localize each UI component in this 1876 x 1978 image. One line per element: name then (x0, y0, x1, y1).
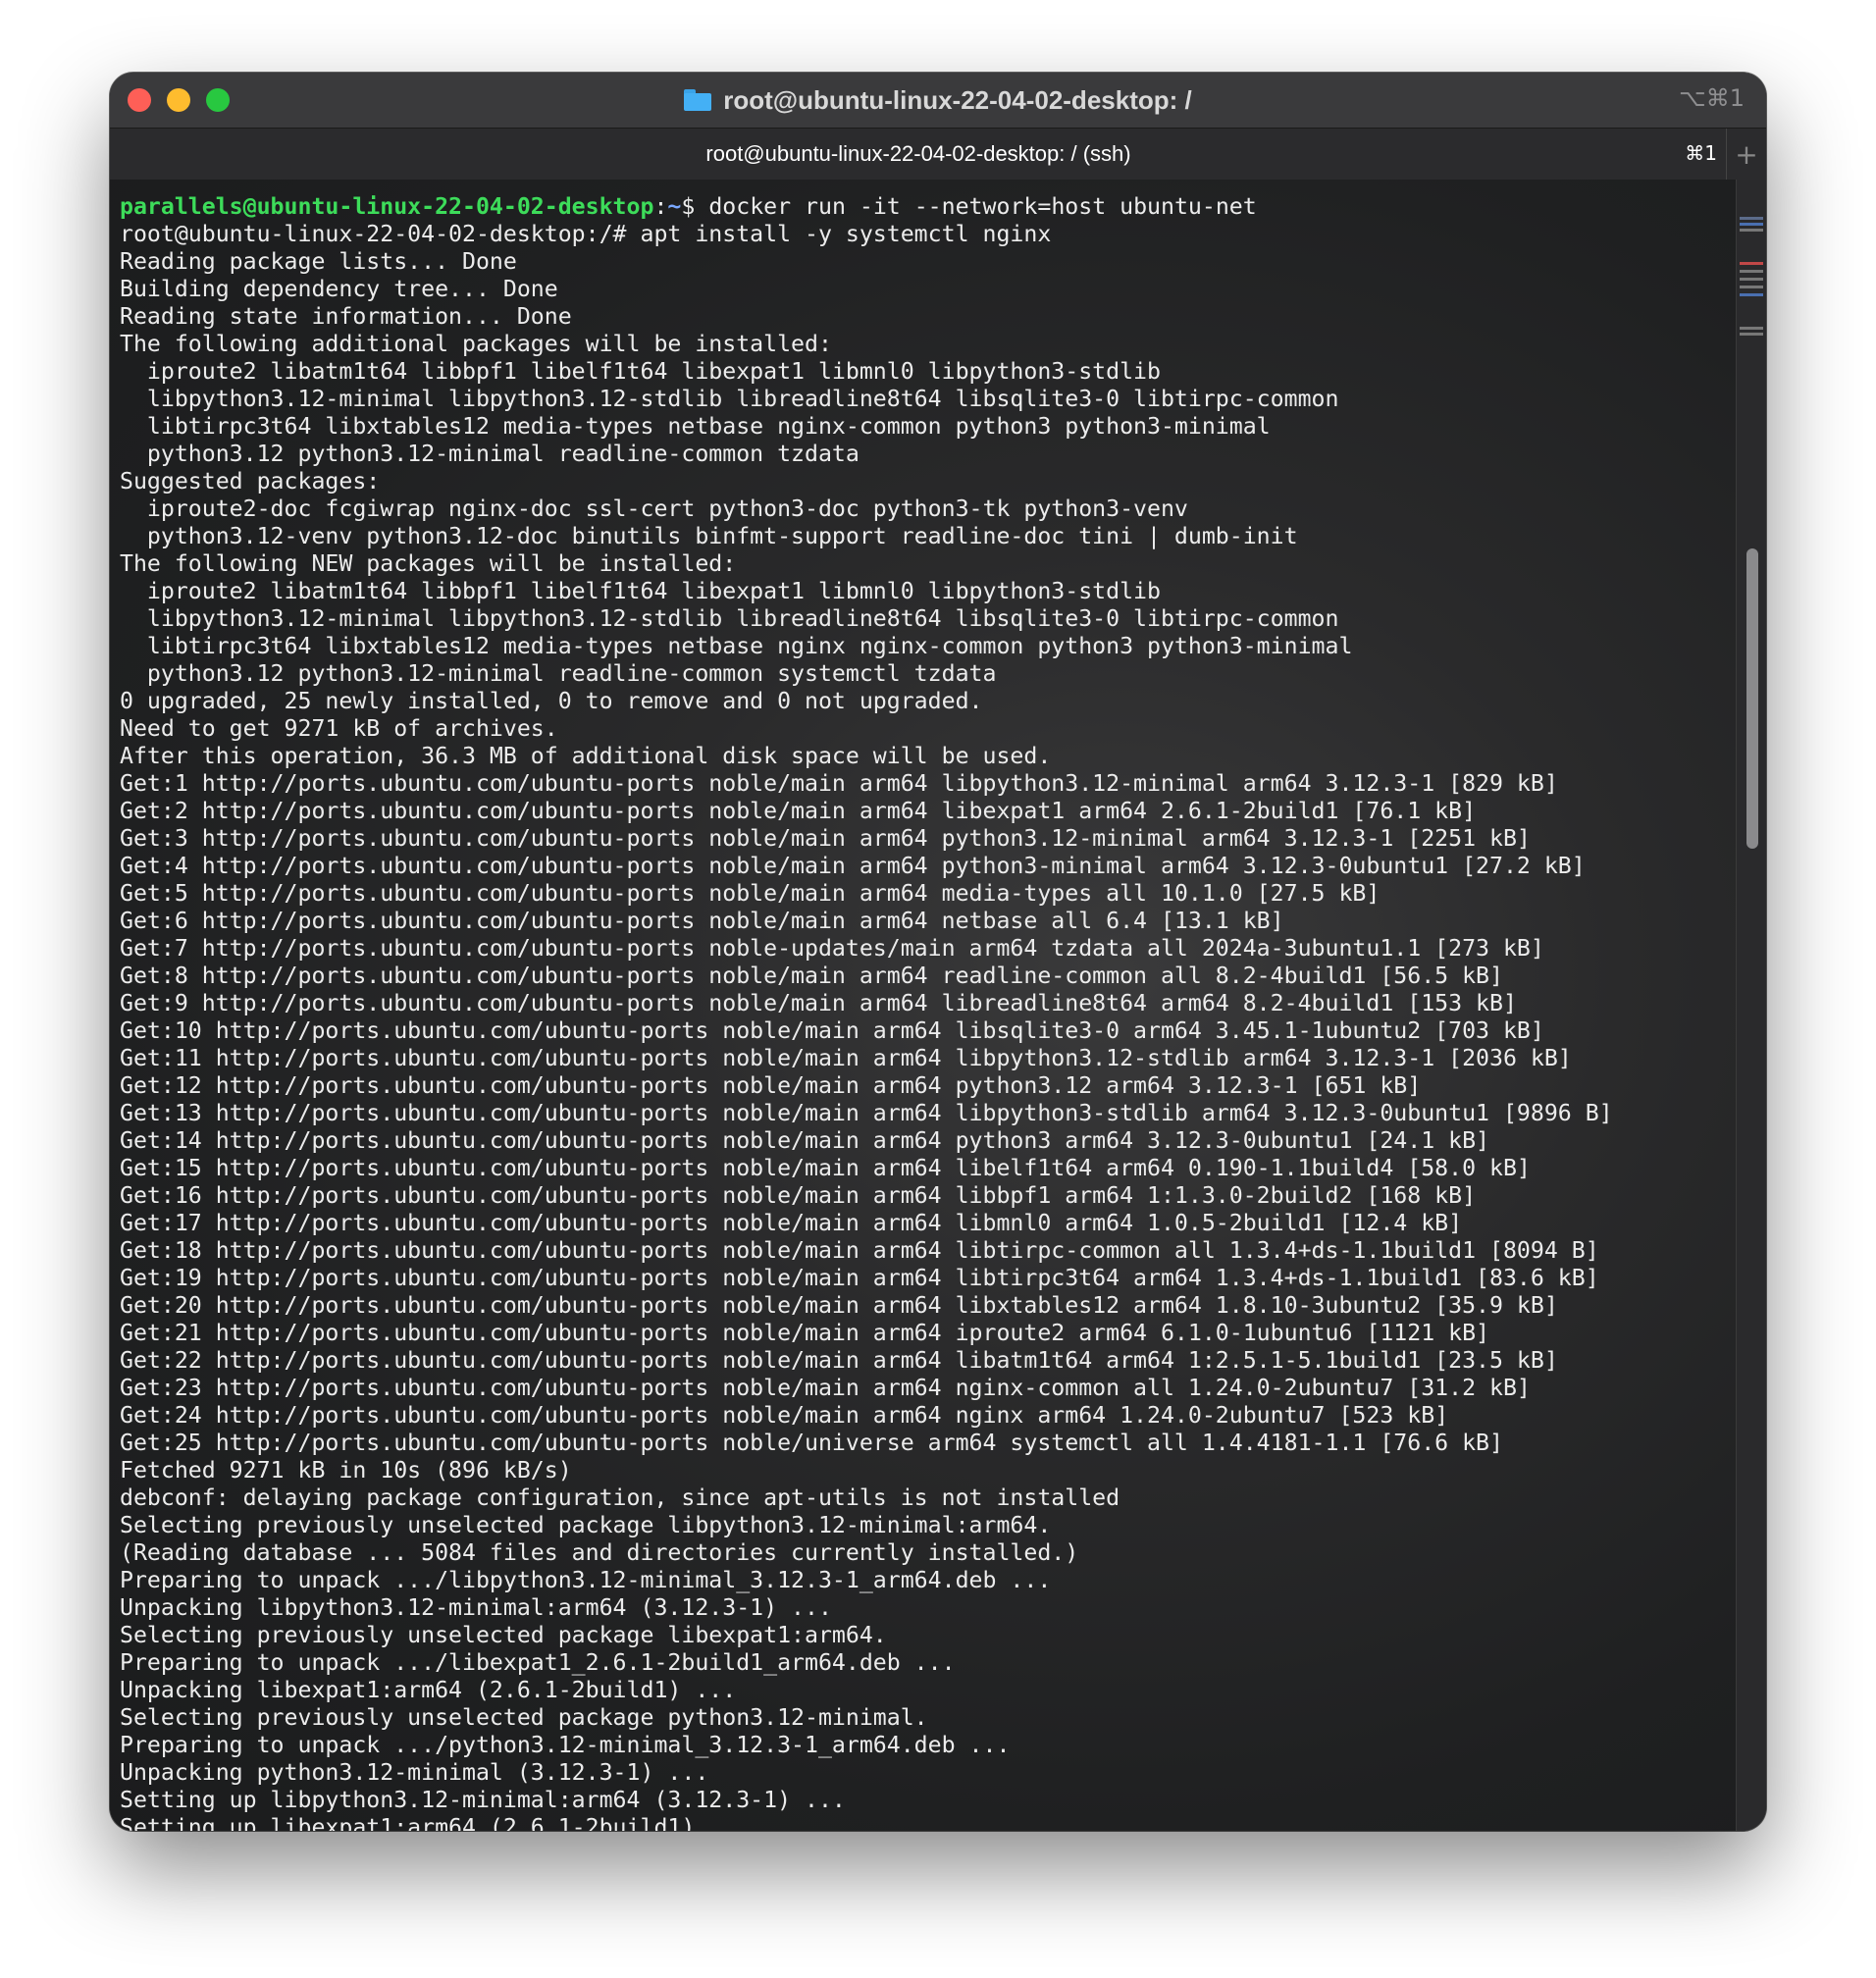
output-line: Get:2 http://ports.ubuntu.com/ubuntu-por… (120, 798, 1477, 824)
output-line: Get:11 http://ports.ubuntu.com/ubuntu-po… (120, 1045, 1572, 1071)
output-line: After this operation, 36.3 MB of additio… (120, 743, 1052, 769)
terminal-window: root@ubuntu-linux-22-04-02-desktop: / ⌥⌘… (110, 73, 1766, 1831)
output-line: Preparing to unpack .../python3.12-minim… (120, 1732, 1011, 1758)
output-line: Preparing to unpack .../libexpat1_2.6.1-… (120, 1649, 956, 1676)
output-line: Get:19 http://ports.ubuntu.com/ubuntu-po… (120, 1265, 1599, 1291)
output-line: Preparing to unpack .../libpython3.12-mi… (120, 1567, 1052, 1593)
scrollbar[interactable] (1736, 180, 1766, 1831)
output-line: Get:18 http://ports.ubuntu.com/ubuntu-po… (120, 1237, 1599, 1264)
output-line: Unpacking python3.12-minimal (3.12.3-1) … (120, 1759, 709, 1786)
output-line: Get:22 http://ports.ubuntu.com/ubuntu-po… (120, 1347, 1558, 1374)
scroll-marker (1740, 278, 1763, 281)
title-bar[interactable]: root@ubuntu-linux-22-04-02-desktop: / ⌥⌘… (110, 73, 1766, 128)
output-line: Get:8 http://ports.ubuntu.com/ubuntu-por… (120, 963, 1503, 989)
output-line: Need to get 9271 kB of archives. (120, 715, 558, 742)
window-shortcut: ⌥⌘1 (1679, 84, 1745, 112)
tab-ssh-session[interactable]: root@ubuntu-linux-22-04-02-desktop: / (s… (110, 129, 1727, 180)
output-line: Get:4 http://ports.ubuntu.com/ubuntu-por… (120, 853, 1586, 879)
output-line: debconf: delaying package configuration,… (120, 1484, 1120, 1511)
prompt-path: ~ (667, 193, 682, 220)
scroll-marker (1740, 327, 1763, 330)
output-line: Get:5 http://ports.ubuntu.com/ubuntu-por… (120, 880, 1381, 907)
prompt-command: docker run -it --network=host ubuntu-net (695, 193, 1257, 220)
output-line: Setting up libpython3.12-minimal:arm64 (… (120, 1787, 846, 1813)
output-line: Get:24 http://ports.ubuntu.com/ubuntu-po… (120, 1402, 1449, 1429)
output-line: libpython3.12-minimal libpython3.12-stdl… (120, 386, 1339, 412)
output-line: python3.12 python3.12-minimal readline-c… (120, 441, 860, 467)
output-line: Get:21 http://ports.ubuntu.com/ubuntu-po… (120, 1320, 1490, 1346)
folder-icon (684, 89, 712, 111)
output-line: Unpacking libpython3.12-minimal:arm64 (3… (120, 1594, 832, 1621)
output-line: Get:7 http://ports.ubuntu.com/ubuntu-por… (120, 935, 1544, 962)
scroll-marker (1740, 270, 1763, 273)
tab-bar: root@ubuntu-linux-22-04-02-desktop: / (s… (110, 128, 1766, 181)
scroll-thumb[interactable] (1746, 548, 1758, 849)
output-line: Selecting previously unselected package … (120, 1512, 1052, 1538)
output-line: Get:20 http://ports.ubuntu.com/ubuntu-po… (120, 1292, 1558, 1319)
prompt-symbol: $ (681, 193, 696, 220)
prompt-separator: : (653, 193, 668, 220)
tab-shortcut: ⌘1 (1685, 141, 1717, 165)
output-line: libpython3.12-minimal libpython3.12-stdl… (120, 605, 1339, 632)
scroll-marker (1740, 229, 1763, 232)
close-button[interactable] (128, 88, 151, 112)
output-line: Get:16 http://ports.ubuntu.com/ubuntu-po… (120, 1182, 1477, 1209)
window-title: root@ubuntu-linux-22-04-02-desktop: / (723, 84, 1192, 115)
output-line: Unpacking libexpat1:arm64 (2.6.1-2build1… (120, 1677, 737, 1703)
terminal-content[interactable]: parallels@ubuntu-linux-22-04-02-desktop:… (110, 180, 1737, 1831)
prompt-line: parallels@ubuntu-linux-22-04-02-desktop:… (120, 193, 1257, 220)
output-line: The following additional packages will b… (120, 331, 832, 357)
minimize-button[interactable] (167, 88, 190, 112)
output-lines: root@ubuntu-linux-22-04-02-desktop:/# ap… (120, 221, 1613, 1831)
scroll-marker (1740, 223, 1763, 226)
output-line: Building dependency tree... Done (120, 276, 558, 302)
output-line: Get:17 http://ports.ubuntu.com/ubuntu-po… (120, 1210, 1463, 1236)
output-line: Get:10 http://ports.ubuntu.com/ubuntu-po… (120, 1017, 1544, 1044)
output-line: libtirpc3t64 libxtables12 media-types ne… (120, 633, 1353, 659)
output-line: root@ubuntu-linux-22-04-02-desktop:/# ap… (120, 221, 1052, 247)
output-line: The following NEW packages will be insta… (120, 550, 737, 577)
output-line: Reading package lists... Done (120, 248, 517, 275)
scroll-marker (1740, 293, 1763, 296)
output-line: iproute2-doc fcgiwrap nginx-doc ssl-cert… (120, 495, 1188, 522)
output-line: Selecting previously unselected package … (120, 1704, 928, 1731)
output-line: Get:6 http://ports.ubuntu.com/ubuntu-por… (120, 908, 1284, 934)
output-line: (Reading database ... 5084 files and dir… (120, 1539, 1079, 1566)
output-line: Reading state information... Done (120, 303, 572, 330)
output-line: Get:13 http://ports.ubuntu.com/ubuntu-po… (120, 1100, 1613, 1126)
scroll-marker (1740, 262, 1763, 265)
output-line: libtirpc3t64 libxtables12 media-types ne… (120, 413, 1271, 440)
tab-label: root@ubuntu-linux-22-04-02-desktop: / (s… (705, 141, 1131, 166)
scroll-marker (1740, 333, 1763, 336)
output-line: iproute2 libatm1t64 libbpf1 libelf1t64 l… (120, 578, 1161, 604)
window-controls (128, 88, 245, 112)
output-line: Fetched 9271 kB in 10s (896 kB/s) (120, 1457, 572, 1484)
output-line: 0 upgraded, 25 newly installed, 0 to rem… (120, 688, 983, 714)
new-tab-button[interactable]: + (1726, 129, 1766, 180)
output-line: Get:25 http://ports.ubuntu.com/ubuntu-po… (120, 1430, 1503, 1456)
scroll-marker (1740, 286, 1763, 288)
output-line: Suggested packages: (120, 468, 381, 494)
output-line: Get:1 http://ports.ubuntu.com/ubuntu-por… (120, 770, 1558, 797)
output-line: Get:12 http://ports.ubuntu.com/ubuntu-po… (120, 1072, 1422, 1099)
output-line: python3.12 python3.12-minimal readline-c… (120, 660, 997, 687)
output-line: iproute2 libatm1t64 libbpf1 libelf1t64 l… (120, 358, 1161, 385)
terminal-output: parallels@ubuntu-linux-22-04-02-desktop:… (110, 180, 1737, 1831)
output-line: Get:9 http://ports.ubuntu.com/ubuntu-por… (120, 990, 1517, 1016)
output-line: Get:14 http://ports.ubuntu.com/ubuntu-po… (120, 1127, 1490, 1154)
output-line: Get:23 http://ports.ubuntu.com/ubuntu-po… (120, 1375, 1531, 1401)
output-line: python3.12-venv python3.12-doc binutils … (120, 523, 1298, 549)
scroll-marker (1740, 217, 1763, 220)
output-line: Selecting previously unselected package … (120, 1622, 887, 1648)
output-line: Setting up libexpat1:arm64 (2.6.1-2build… (120, 1814, 751, 1831)
prompt-user-host: parallels@ubuntu-linux-22-04-02-desktop (120, 193, 654, 220)
zoom-button[interactable] (206, 88, 230, 112)
output-line: Get:15 http://ports.ubuntu.com/ubuntu-po… (120, 1155, 1531, 1181)
output-line: Get:3 http://ports.ubuntu.com/ubuntu-por… (120, 825, 1531, 852)
window-title-group: root@ubuntu-linux-22-04-02-desktop: / (684, 84, 1192, 116)
